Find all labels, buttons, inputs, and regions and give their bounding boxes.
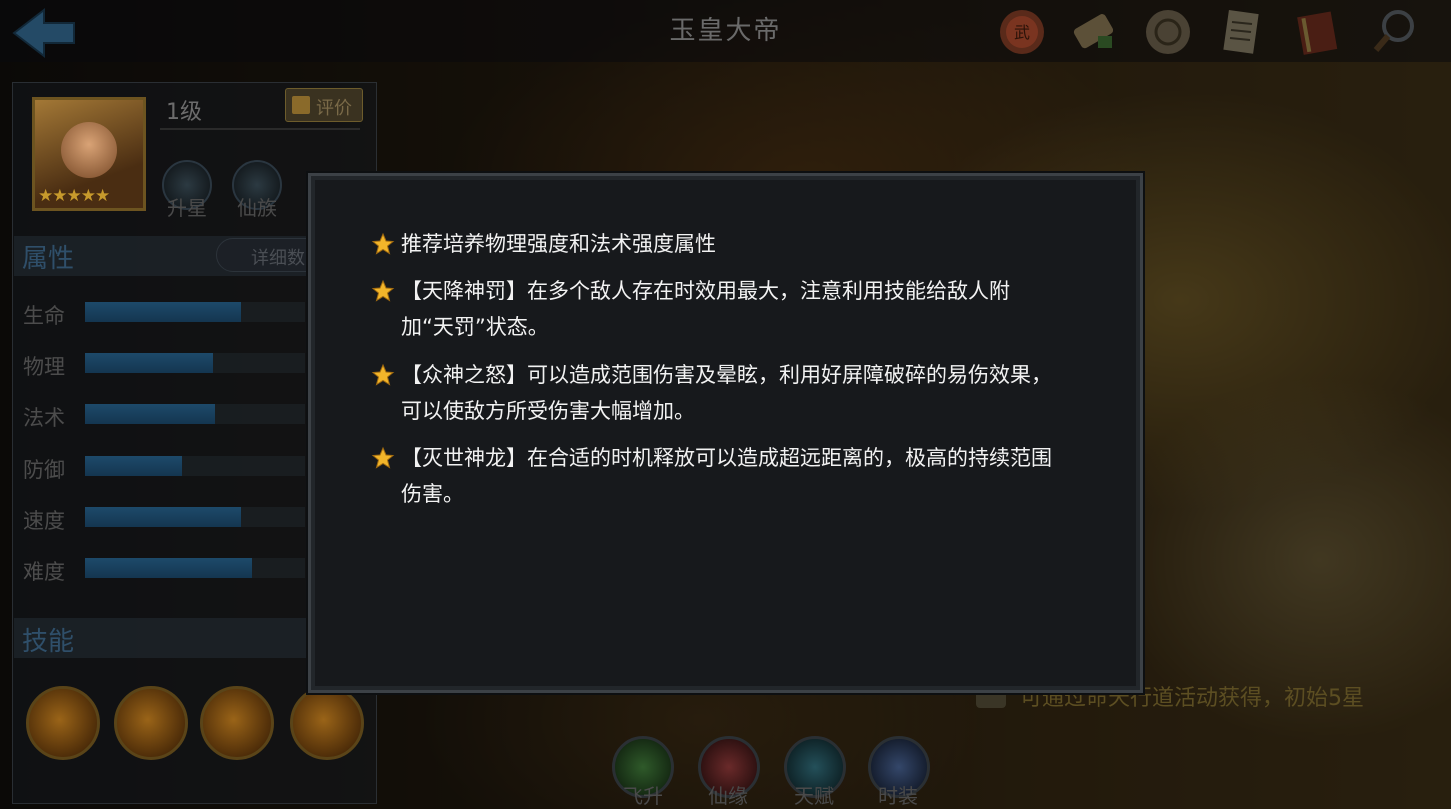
skills-title: 技能 bbox=[22, 627, 75, 657]
stat-bar-defense bbox=[85, 456, 305, 476]
tip-item: 推荐培养物理强度和法术强度属性 bbox=[371, 226, 1061, 262]
seal-icon[interactable]: 武 bbox=[996, 6, 1048, 58]
stat-label-difficulty: 难度 bbox=[23, 560, 65, 584]
tip-item: 【天降神罚】在多个敌人存在时效用最大，注意利用技能给敌人附加“天罚”状态。 bbox=[371, 273, 1061, 345]
tab-ascend[interactable]: 飞升 bbox=[623, 780, 663, 809]
stat-bar-speed bbox=[85, 507, 305, 527]
tip-text: 推荐培养物理强度和法术强度属性 bbox=[401, 232, 716, 256]
hero-level: 1级 bbox=[166, 100, 202, 125]
star-icon bbox=[371, 446, 395, 469]
stat-label-hp: 生命 bbox=[23, 304, 65, 328]
tip-text: 【天降神罚】在多个敌人存在时效用最大，注意利用技能给敌人附加“天罚”状态。 bbox=[401, 279, 1010, 339]
stat-fill-hp bbox=[85, 302, 242, 322]
star-icon bbox=[371, 232, 395, 255]
stat-fill-defense bbox=[85, 456, 182, 476]
stat-fill-physical bbox=[85, 353, 213, 373]
attributes-title: 属性 bbox=[22, 244, 75, 274]
tip-item: 【众神之怒】可以造成范围伤害及晕眩，利用好屏障破碎的易伤效果，可以使敌方所受伤害… bbox=[371, 357, 1061, 429]
review-button[interactable]: 评价 bbox=[285, 88, 363, 122]
tip-item: 【灭世神龙】在合适的时机释放可以造成超远距离的，极高的持续范围伤害。 bbox=[371, 440, 1061, 512]
scroll-icon[interactable] bbox=[1068, 6, 1120, 58]
stat-bar-difficulty bbox=[85, 558, 305, 578]
skill-3-icon[interactable] bbox=[200, 686, 274, 760]
tab-fate[interactable]: 仙缘 bbox=[708, 780, 748, 809]
skill-1-icon[interactable] bbox=[26, 686, 100, 760]
stat-bar-physical bbox=[85, 353, 305, 373]
stat-label-defense: 防御 bbox=[23, 458, 65, 482]
review-button-label: 评价 bbox=[316, 98, 352, 119]
tab-costume[interactable]: 时装 bbox=[878, 780, 918, 809]
tip-text: 【众神之怒】可以造成范围伤害及晕眩，利用好屏障破碎的易伤效果，可以使敌方所受伤害… bbox=[401, 363, 1052, 423]
svg-text:武: 武 bbox=[1014, 23, 1030, 42]
stat-fill-difficulty bbox=[85, 558, 253, 578]
star-icon bbox=[371, 279, 395, 302]
stat-bar-magic bbox=[85, 404, 305, 424]
coin-icon[interactable] bbox=[1142, 6, 1194, 58]
tip-text: 【灭世神龙】在合适的时机释放可以造成超远距离的，极高的持续范围伤害。 bbox=[401, 446, 1052, 506]
stat-bar-hp bbox=[85, 302, 305, 322]
stat-fill-speed bbox=[85, 507, 242, 527]
star-icon bbox=[371, 363, 395, 386]
skill-4-icon[interactable] bbox=[290, 686, 364, 760]
hero-portrait bbox=[61, 122, 117, 178]
immortal-clan-label: 仙族 bbox=[237, 196, 277, 220]
stat-label-speed: 速度 bbox=[23, 509, 65, 533]
stat-label-physical: 物理 bbox=[23, 355, 65, 379]
notes-icon[interactable] bbox=[1216, 6, 1268, 58]
upgrade-star-label: 升星 bbox=[167, 196, 207, 220]
book-icon[interactable] bbox=[1292, 6, 1344, 58]
tab-talent[interactable]: 天赋 bbox=[794, 780, 834, 809]
stat-label-magic: 法术 bbox=[23, 406, 65, 430]
magnifier-icon[interactable] bbox=[1370, 6, 1422, 58]
stat-fill-magic bbox=[85, 404, 215, 424]
skill-2-icon[interactable] bbox=[114, 686, 188, 760]
exp-bar bbox=[160, 128, 360, 130]
pen-icon bbox=[292, 96, 310, 114]
strategy-tips-dialog: 推荐培养物理强度和法术强度属性 【天降神罚】在多个敌人存在时效用最大，注意利用技… bbox=[308, 173, 1143, 693]
detail-stats-label: 详细数 bbox=[251, 248, 305, 269]
hero-star-rating: ★★★★★ bbox=[38, 186, 110, 206]
